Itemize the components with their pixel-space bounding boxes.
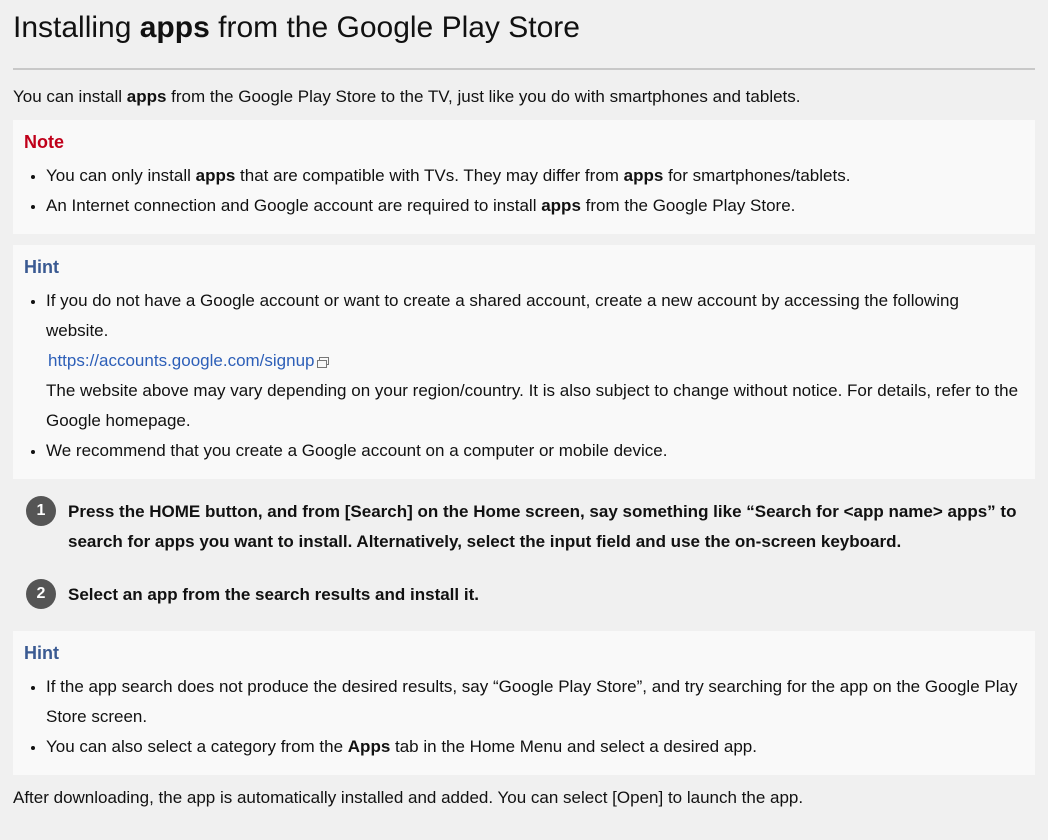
outro-paragraph: After downloading, the app is automatica… (13, 788, 804, 807)
note-box: Note You can only install apps that are … (13, 120, 1035, 234)
list-item: If you do not have a Google account or w… (46, 286, 1024, 436)
step-text: Press the HOME button, and from [Search]… (68, 502, 1017, 551)
hint-list: If you do not have a Google account or w… (24, 286, 1024, 466)
step-number-badge: 1 (26, 496, 56, 526)
step-1: 1 Press the HOME button, and from [Searc… (26, 496, 1035, 557)
list-item: An Internet connection and Google accoun… (46, 191, 1024, 221)
note-list: You can only install apps that are compa… (24, 161, 1024, 221)
hint-box: Hint If you do not have a Google account… (13, 245, 1035, 479)
title-divider (13, 68, 1035, 70)
page-title: Installing apps from the Google Play Sto… (13, 11, 580, 44)
list-item: We recommend that you create a Google ac… (46, 436, 1024, 466)
hint-title: Hint (24, 257, 59, 277)
step-2: 2 Select an app from the search results … (26, 579, 1035, 610)
external-link-icon (316, 357, 329, 368)
page-content: Installing apps from the Google Play Sto… (0, 0, 1048, 810)
note-title: Note (24, 132, 64, 152)
list-item: You can also select a category from the … (46, 732, 1024, 762)
steps: 1 Press the HOME button, and from [Searc… (13, 496, 1035, 610)
intro-paragraph: You can install apps from the Google Pla… (13, 87, 801, 106)
step-number-badge: 2 (26, 579, 56, 609)
hint-list: If the app search does not produce the d… (24, 672, 1024, 762)
list-item: If the app search does not produce the d… (46, 672, 1024, 732)
hint-box: Hint If the app search does not produce … (13, 631, 1035, 775)
step-text: Select an app from the search results an… (68, 585, 479, 604)
signup-link[interactable]: https://accounts.google.com/signup (48, 351, 315, 370)
link-row: https://accounts.google.com/signup (46, 351, 329, 370)
hint-title: Hint (24, 643, 59, 663)
list-item: You can only install apps that are compa… (46, 161, 1024, 191)
